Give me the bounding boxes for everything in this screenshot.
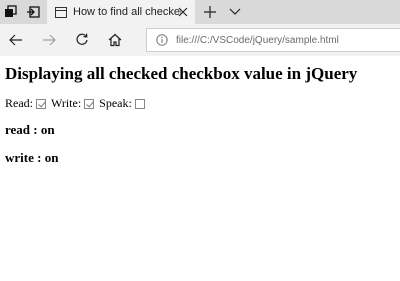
- read-label: Read:: [5, 96, 33, 110]
- set-tabs-aside-icon[interactable]: [25, 4, 41, 20]
- write-label: Write:: [51, 96, 82, 110]
- speak-label: Speak:: [99, 96, 132, 110]
- address-bar[interactable]: file:///C:/VSCode/jQuery/sample.html: [146, 28, 400, 52]
- tab-title: How to find all checked: [73, 6, 181, 18]
- checkbox-row: Read: Write: Speak:: [5, 96, 150, 111]
- page-icon: [55, 6, 67, 18]
- chevron-down-icon[interactable]: [227, 4, 243, 20]
- home-icon[interactable]: [106, 31, 124, 49]
- active-tab[interactable]: How to find all checked: [47, 0, 195, 24]
- tab-strip: How to find all checked: [0, 0, 400, 24]
- page-heading: Displaying all checked checkbox value in…: [5, 64, 358, 83]
- new-tab-icon[interactable]: [202, 4, 218, 20]
- back-icon[interactable]: [7, 31, 25, 49]
- close-icon[interactable]: [175, 4, 191, 20]
- forward-icon[interactable]: [40, 31, 58, 49]
- result-read: read : on: [5, 122, 55, 137]
- refresh-icon[interactable]: [73, 31, 91, 49]
- speak-checkbox[interactable]: [134, 98, 145, 109]
- read-checkbox[interactable]: [36, 98, 46, 109]
- page-content: Displaying all checked checkbox value in…: [0, 56, 400, 281]
- url-text[interactable]: file:///C:/VSCode/jQuery/sample.html: [176, 35, 339, 46]
- write-checkbox[interactable]: [84, 98, 95, 109]
- browser-toolbar: file:///C:/VSCode/jQuery/sample.html: [0, 24, 400, 56]
- info-icon[interactable]: [155, 33, 169, 47]
- tab-actions-icon[interactable]: [3, 4, 19, 20]
- result-write: write : on: [5, 150, 59, 165]
